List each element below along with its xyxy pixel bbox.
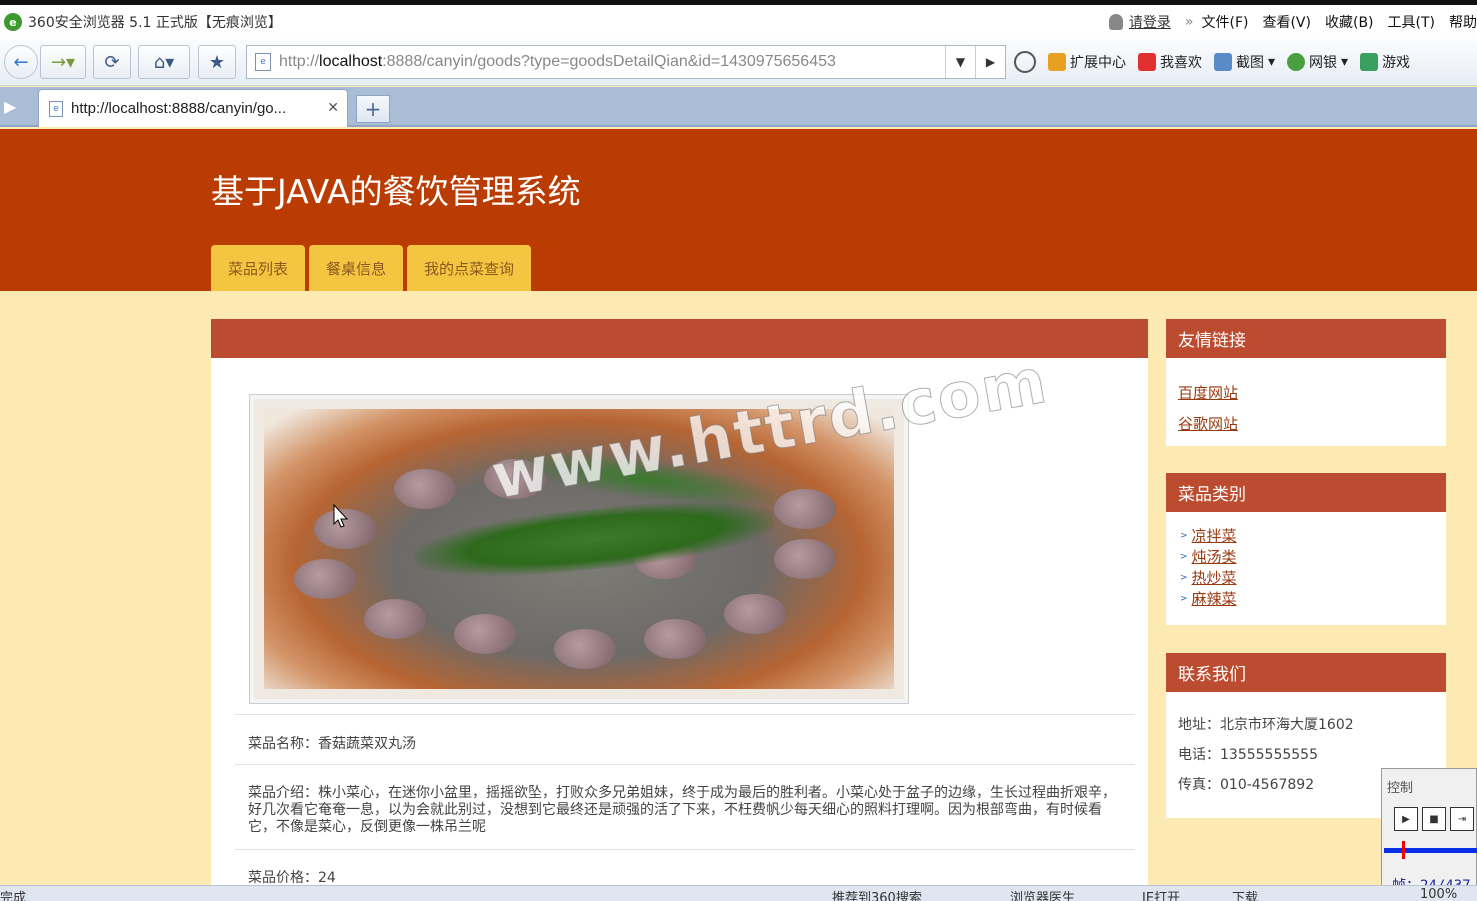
category-item[interactable]: > 热炒菜 bbox=[1180, 568, 1446, 589]
site-title: 基于JAVA的餐饮管理系统 bbox=[211, 172, 581, 211]
bank-icon bbox=[1287, 53, 1306, 71]
links-title: 友情链接 bbox=[1166, 319, 1446, 358]
address-bar[interactable]: e http://localhost:8888/canyin/goods?typ… bbox=[246, 45, 1006, 79]
bank-button[interactable]: 网银 ▾ bbox=[1287, 52, 1348, 72]
link-google[interactable]: 谷歌网站 bbox=[1178, 413, 1446, 434]
chevron-right-icon: > bbox=[1180, 573, 1188, 583]
mouse-cursor-icon bbox=[333, 504, 349, 528]
extension-toolbar: 扩展中心 我喜欢 截图 ▾ 网银 ▾ 游戏 bbox=[1014, 45, 1410, 79]
forward-button[interactable]: →▾ bbox=[40, 45, 86, 79]
favorite-button[interactable]: ★ bbox=[198, 45, 236, 79]
screenshot-button[interactable]: 截图 ▾ bbox=[1214, 52, 1275, 72]
refresh-button[interactable]: ⟳ bbox=[93, 45, 131, 79]
plus-icon: + bbox=[364, 97, 382, 121]
sidebar-toggle-icon[interactable]: ▶ bbox=[4, 97, 16, 116]
chevron-down-icon: ▼ bbox=[955, 55, 966, 69]
page-icon: e bbox=[255, 53, 271, 71]
recorder-progress-bar[interactable] bbox=[1384, 848, 1477, 853]
contact-address: 地址：北京市环海大厦1602 bbox=[1178, 717, 1354, 733]
gamepad-icon bbox=[1360, 53, 1379, 71]
shield-icon bbox=[1014, 51, 1036, 73]
menu-view[interactable]: 查看(V) bbox=[1262, 12, 1311, 32]
link-baidu[interactable]: 百度网站 bbox=[1178, 382, 1446, 403]
category-item[interactable]: > 麻辣菜 bbox=[1180, 589, 1446, 610]
star-icon: ★ bbox=[208, 51, 226, 73]
site-header: 基于JAVA的餐饮管理系统 菜品列表 餐桌信息 我的点菜查询 bbox=[0, 129, 1477, 291]
menu-help[interactable]: 帮助 bbox=[1449, 12, 1477, 32]
cube-icon bbox=[1048, 53, 1066, 71]
page-icon: e bbox=[49, 100, 63, 117]
go-button[interactable]: ▶ bbox=[975, 46, 1005, 78]
login-label: 请登录 bbox=[1128, 15, 1171, 31]
status-recommend-button[interactable]: 推荐到360搜索 bbox=[832, 887, 922, 901]
arrow-right-icon: →▾ bbox=[50, 51, 76, 73]
stop-icon: ■ bbox=[1429, 813, 1439, 825]
categories-title: 菜品类别 bbox=[1166, 473, 1446, 512]
dish-name: 菜品名称：香菇蔬菜双丸汤 bbox=[248, 736, 416, 752]
refresh-icon: ⟳ bbox=[104, 51, 120, 73]
divider bbox=[235, 849, 1135, 850]
category-item[interactable]: > 凉拌菜 bbox=[1180, 526, 1446, 547]
home-icon: ⌂▾ bbox=[153, 51, 175, 73]
like-button[interactable]: 我喜欢 bbox=[1138, 52, 1202, 72]
category-item[interactable]: > 炖汤类 bbox=[1180, 547, 1446, 568]
home-button[interactable]: ⌂▾ bbox=[138, 45, 190, 79]
chevron-right-icon: > bbox=[1180, 594, 1188, 604]
arrow-left-icon: ← bbox=[13, 51, 29, 73]
status-doctor-button[interactable]: 浏览器医生 bbox=[1010, 887, 1075, 901]
chevron-right-icon: > bbox=[1180, 531, 1188, 541]
site-nav: 菜品列表 餐桌信息 我的点菜查询 bbox=[211, 245, 532, 291]
nav-table-info[interactable]: 餐桌信息 bbox=[309, 245, 404, 291]
next-icon: ⇥ bbox=[1457, 813, 1467, 825]
address-url: http://localhost:8888/canyin/goods?type=… bbox=[279, 53, 836, 70]
tab-current[interactable]: e http://localhost:8888/canyin/go... ✕ bbox=[38, 89, 348, 127]
tab-title: http://localhost:8888/canyin/go... bbox=[71, 100, 287, 117]
next-button[interactable]: ⇥ bbox=[1450, 807, 1474, 831]
menu-tools[interactable]: 工具(T) bbox=[1388, 12, 1435, 32]
nav-my-orders[interactable]: 我的点菜查询 bbox=[407, 245, 532, 291]
login-link[interactable]: 请登录 bbox=[1108, 12, 1171, 32]
chevron-right-icon: > bbox=[1180, 552, 1188, 562]
menu-bar: 请登录 » 文件(F) 查看(V) 收藏(B) 工具(T) 帮助 bbox=[1108, 5, 1477, 39]
close-icon[interactable]: ✕ bbox=[327, 100, 339, 116]
contact-phone: 电话：13555555555 bbox=[1178, 747, 1318, 763]
new-tab-button[interactable]: + bbox=[356, 95, 390, 123]
play-icon: ▶ bbox=[1402, 813, 1410, 825]
address-dropdown-button[interactable]: ▼ bbox=[945, 46, 975, 78]
recorder-progress-marker[interactable] bbox=[1402, 841, 1405, 859]
browser-logo-icon: e bbox=[4, 13, 22, 31]
window-title: 360安全浏览器 5.1 正式版【无痕浏览】 bbox=[28, 15, 282, 31]
contact-title: 联系我们 bbox=[1166, 653, 1446, 692]
divider bbox=[235, 764, 1135, 765]
shield-button[interactable] bbox=[1014, 51, 1036, 73]
nav-dish-list[interactable]: 菜品列表 bbox=[211, 245, 306, 291]
games-button[interactable]: 游戏 bbox=[1360, 52, 1410, 72]
recorder-control-panel: 控制 ▶ ■ ⇥ 帧：24/437 bbox=[1381, 768, 1477, 901]
recorder-title: 控制 bbox=[1387, 781, 1414, 796]
dish-intro: 菜品介绍：株小菜心，在迷你小盆里，摇摇欲坠，打败众多兄弟姐妹，终于成为最后的胜利… bbox=[248, 785, 1116, 835]
chevron-right-icon: » bbox=[1184, 14, 1194, 30]
status-download-button[interactable]: 下载 bbox=[1232, 887, 1258, 901]
divider bbox=[235, 714, 1135, 715]
browser-toolbar: ← →▾ ⟳ ⌂▾ ★ e http://localhost:8888/cany… bbox=[0, 39, 1477, 86]
categories-box: 菜品类别 > 凉拌菜 > 炖汤类 > 热炒菜 > 麻辣菜 bbox=[1166, 473, 1446, 625]
menu-file[interactable]: 文件(F) bbox=[1201, 12, 1248, 32]
status-bar: 完成 推荐到360搜索 浏览器医生 IE打开 下载 100% bbox=[0, 885, 1477, 901]
back-button[interactable]: ← bbox=[4, 45, 38, 79]
stop-button[interactable]: ■ bbox=[1422, 807, 1446, 831]
user-icon bbox=[1108, 14, 1123, 30]
status-zoom[interactable]: 100% bbox=[1420, 887, 1457, 901]
recorder-buttons: ▶ ■ ⇥ bbox=[1394, 807, 1474, 831]
screenshot-icon bbox=[1214, 53, 1232, 71]
play-icon: ▶ bbox=[985, 55, 996, 69]
play-button[interactable]: ▶ bbox=[1394, 807, 1418, 831]
status-text: 完成 bbox=[0, 891, 27, 901]
status-ie-open-button[interactable]: IE打开 bbox=[1142, 887, 1180, 901]
extension-center-button[interactable]: 扩展中心 bbox=[1048, 52, 1126, 72]
heart-icon bbox=[1138, 53, 1156, 71]
menu-favorites[interactable]: 收藏(B) bbox=[1325, 12, 1374, 32]
links-box: 友情链接 百度网站 谷歌网站 bbox=[1166, 319, 1446, 446]
tab-bar: ▶ e http://localhost:8888/canyin/go... ✕… bbox=[0, 87, 1477, 127]
